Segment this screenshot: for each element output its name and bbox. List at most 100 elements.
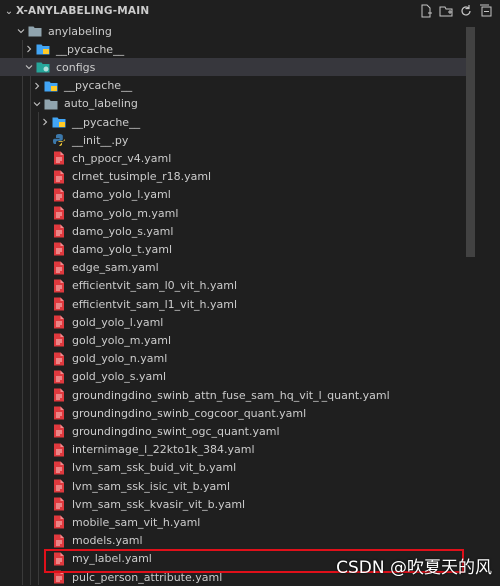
folder-icon	[28, 24, 42, 38]
chevron-right-icon[interactable]	[22, 40, 36, 58]
yaml-file-icon	[52, 552, 66, 566]
file-row[interactable]: clrnet_tusimple_r18.yaml	[0, 168, 466, 186]
file-row[interactable]: models.yaml	[0, 532, 466, 550]
tree-item-label: efficientvit_sam_l0_vit_h.yaml	[72, 279, 238, 293]
file-row[interactable]: damo_yolo_m.yaml	[0, 204, 466, 222]
chevron-right-icon[interactable]	[38, 113, 52, 131]
yaml-file-icon	[52, 443, 66, 457]
workspace-title[interactable]: X-ANYLABELING-MAIN	[16, 5, 149, 17]
folder-row[interactable]: __pycache__	[0, 113, 466, 131]
file-row[interactable]: ch_ppocr_v4.yaml	[0, 149, 466, 167]
folder-row[interactable]: __pycache__	[0, 77, 466, 95]
tree-item-label: damo_yolo_t.yaml	[72, 242, 173, 256]
file-row[interactable]: mobile_sam_vit_h.yaml	[0, 513, 466, 531]
new-file-icon[interactable]	[418, 3, 434, 19]
yaml-file-icon	[52, 424, 66, 438]
tree-item-label: pulc_person_attribute.yaml	[72, 570, 223, 584]
new-folder-icon[interactable]	[438, 3, 454, 19]
yaml-file-icon	[52, 279, 66, 293]
config-folder-icon	[36, 60, 50, 74]
yaml-file-icon	[52, 534, 66, 548]
tree-item-label: gold_yolo_n.yaml	[72, 352, 168, 366]
collapse-all-icon[interactable]	[478, 3, 494, 19]
file-row[interactable]: internimage_l_22kto1k_384.yaml	[0, 441, 466, 459]
yaml-file-icon	[52, 388, 66, 402]
folder-row[interactable]: anylabeling	[0, 22, 466, 40]
file-row[interactable]: __init__.py	[0, 131, 466, 149]
file-row[interactable]: efficientvit_sam_l0_vit_h.yaml	[0, 277, 466, 295]
yaml-file-icon	[52, 333, 66, 347]
scrollbar[interactable]	[466, 22, 475, 585]
python-icon	[52, 133, 66, 147]
file-row[interactable]: efficientvit_sam_l1_vit_h.yaml	[0, 295, 466, 313]
tree-item-label: efficientvit_sam_l1_vit_h.yaml	[72, 297, 238, 311]
chevron-down-icon[interactable]	[14, 22, 28, 40]
file-row[interactable]: edge_sam.yaml	[0, 259, 466, 277]
tree-item-label: ch_ppocr_v4.yaml	[72, 151, 172, 165]
file-row[interactable]: lvm_sam_ssk_kvasir_vit_b.yaml	[0, 495, 466, 513]
file-row[interactable]: lvm_sam_ssk_buid_vit_b.yaml	[0, 459, 466, 477]
folder-row[interactable]: __pycache__	[0, 40, 466, 58]
yaml-file-icon	[52, 151, 66, 165]
folder-icon	[44, 97, 58, 111]
tree-item-label: auto_labeling	[64, 97, 138, 111]
file-row[interactable]: groundingdino_swinb_attn_fuse_sam_hq_vit…	[0, 386, 466, 404]
chevron-down-icon[interactable]: ⌄	[2, 6, 16, 17]
tree-item-label: clrnet_tusimple_r18.yaml	[72, 170, 212, 184]
tree-item-label: lvm_sam_ssk_buid_vit_b.yaml	[72, 461, 237, 475]
chevron-right-icon[interactable]	[30, 77, 44, 95]
tree-item-label: damo_yolo_l.yaml	[72, 188, 171, 202]
file-row[interactable]: lvm_sam_ssk_isic_vit_b.yaml	[0, 477, 466, 495]
yaml-file-icon	[52, 188, 66, 202]
file-row[interactable]: gold_yolo_n.yaml	[0, 350, 466, 368]
file-row[interactable]: damo_yolo_l.yaml	[0, 186, 466, 204]
scrollbar-thumb[interactable]	[466, 27, 475, 257]
yaml-file-icon	[52, 370, 66, 384]
yaml-file-icon	[52, 170, 66, 184]
file-row[interactable]: groundingdino_swinb_cogcoor_quant.yaml	[0, 404, 466, 422]
yaml-file-icon	[52, 224, 66, 238]
tree-item-label: groundingdino_swinb_cogcoor_quant.yaml	[72, 406, 307, 420]
yaml-file-icon	[52, 242, 66, 256]
tree-item-label: gold_yolo_m.yaml	[72, 333, 172, 347]
python-folder-icon	[44, 79, 58, 93]
file-row[interactable]: gold_yolo_s.yaml	[0, 368, 466, 386]
file-row[interactable]: damo_yolo_s.yaml	[0, 222, 466, 240]
chevron-down-icon[interactable]	[30, 95, 44, 113]
tree-item-label: groundingdino_swinb_attn_fuse_sam_hq_vit…	[72, 388, 390, 402]
yaml-file-icon	[52, 297, 66, 311]
folder-row[interactable]: configs	[0, 58, 466, 77]
folder-row[interactable]: auto_labeling	[0, 95, 466, 113]
tree-item-label: damo_yolo_s.yaml	[72, 224, 174, 238]
yaml-file-icon	[52, 570, 66, 584]
tree-item-label: gold_yolo_s.yaml	[72, 370, 167, 384]
yaml-file-icon	[52, 406, 66, 420]
python-folder-icon	[52, 115, 66, 129]
tree-item-label: __pycache__	[64, 79, 133, 93]
tree-item-label: gold_yolo_l.yaml	[72, 315, 164, 329]
file-row[interactable]: damo_yolo_t.yaml	[0, 240, 466, 258]
chevron-down-icon[interactable]	[22, 58, 36, 76]
refresh-icon[interactable]	[458, 3, 474, 19]
file-row[interactable]: gold_yolo_l.yaml	[0, 313, 466, 331]
file-row[interactable]: gold_yolo_m.yaml	[0, 331, 466, 349]
file-row[interactable]: groundingdino_swint_ogc_quant.yaml	[0, 422, 466, 440]
tree-item-label: models.yaml	[72, 534, 143, 548]
python-folder-icon	[36, 42, 50, 56]
